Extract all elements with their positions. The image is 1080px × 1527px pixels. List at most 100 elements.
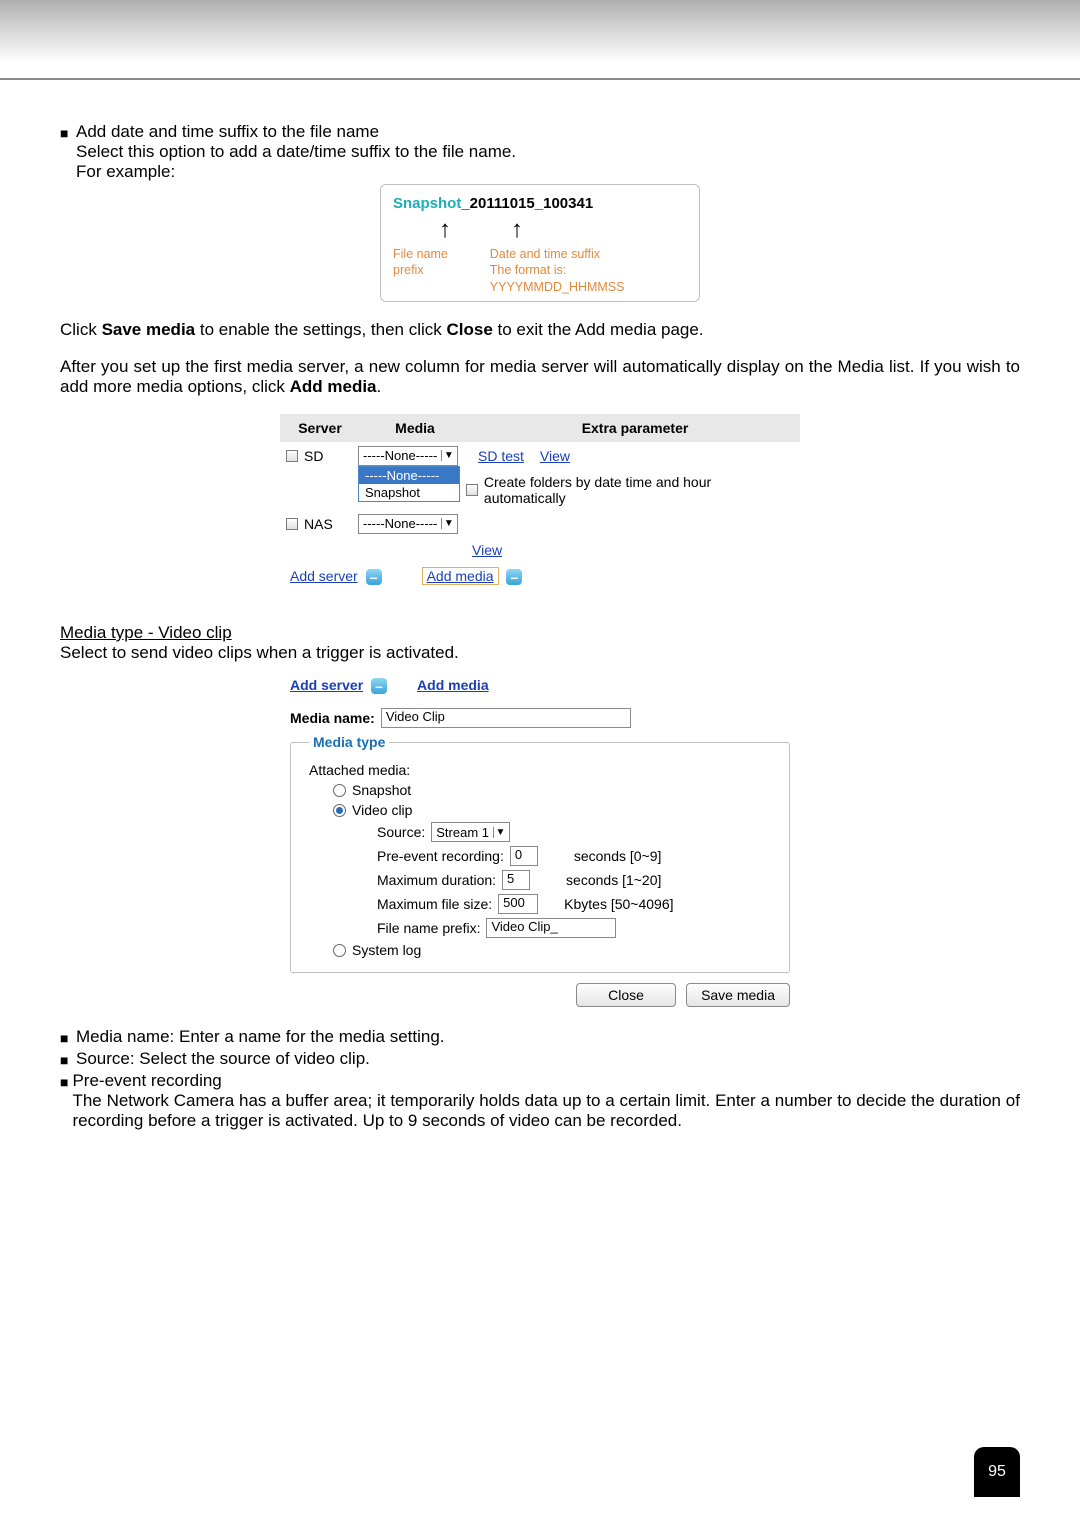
col-extra: Extra parameter <box>470 420 800 436</box>
filename-example-box: Snapshot_20111015_100341 ↑ ↑ File name p… <box>380 184 700 302</box>
link-add-server[interactable]: Add server <box>290 568 358 584</box>
preevent-label: Pre-event recording: <box>377 848 504 864</box>
source-value: Stream 1 <box>436 825 489 840</box>
dropdown-option-snapshot[interactable]: Snapshot <box>359 484 459 501</box>
paragraph-save-close: Click Save media to enable the settings,… <box>60 320 1020 340</box>
maxdur-value: 5 <box>507 871 514 886</box>
attached-media-label: Attached media: <box>309 762 410 778</box>
row-sd-label: SD <box>304 448 352 464</box>
footer-b3-body: The Network Camera has a buffer area; it… <box>72 1091 1020 1131</box>
maxdur-input[interactable]: 5 <box>502 870 530 890</box>
row-preevent: Pre-event recording: 0 seconds [0~9] <box>377 846 777 866</box>
footer-bullet-2: ■ Source: Select the source of video cli… <box>60 1049 1020 1069</box>
example-suffix: _20111015_100341 <box>461 195 593 212</box>
preevent-input[interactable]: 0 <box>510 846 538 866</box>
p1d: Close <box>447 320 493 339</box>
col-media: Media <box>360 420 470 436</box>
table-row-sd: SD -----None----- ▼ -----None----- Snaps… <box>286 442 794 470</box>
select-sd-value: -----None----- <box>363 448 437 463</box>
media-list-header: Server Media Extra parameter <box>280 414 800 442</box>
minus-icon[interactable]: – <box>506 569 522 585</box>
minus-icon[interactable]: – <box>371 678 387 694</box>
p2b: Add media <box>290 377 377 396</box>
select-nas-media[interactable]: -----None----- ▼ <box>358 514 458 534</box>
label-suffix-line1: Date and time suffix <box>490 247 600 261</box>
footer-bullet-1: ■ Media name: Enter a name for the media… <box>60 1027 1020 1047</box>
table-row-nas-view: View <box>286 538 794 562</box>
maxsize-hint: Kbytes [50~4096] <box>564 896 673 912</box>
form-buttons: Close Save media <box>290 983 790 1007</box>
form-topbar: Add server – Add media <box>290 677 790 694</box>
dropdown-option-none[interactable]: -----None----- <box>359 467 459 484</box>
arrow-up-icon: ↑ <box>511 218 523 242</box>
radio-systemlog-label: System log <box>352 942 421 958</box>
preevent-hint: seconds [0~9] <box>574 848 662 864</box>
select-sd-media[interactable]: -----None----- ▼ <box>358 446 458 466</box>
page-number-tab: 95 <box>974 1447 1020 1497</box>
close-button[interactable]: Close <box>576 983 676 1007</box>
bullet-add-suffix: ■ Add date and time suffix to the file n… <box>60 122 1020 182</box>
link-sd-test[interactable]: SD test <box>478 448 524 464</box>
row-radio-snapshot: Snapshot <box>333 782 777 798</box>
p1a: Click <box>60 320 102 339</box>
p1b: Save media <box>102 320 196 339</box>
bullet-icon: ■ <box>60 1052 72 1068</box>
row-prefix: File name prefix: Video Clip_ <box>377 918 777 938</box>
link-add-server-2[interactable]: Add server <box>290 677 363 693</box>
row-maxsize: Maximum file size: 500 Kbytes [50~4096] <box>377 894 777 914</box>
checkbox-create-folders[interactable] <box>466 484 478 496</box>
media-name-label: Media name: <box>290 710 375 726</box>
prefix-value: Video Clip_ <box>491 919 557 934</box>
link-add-media[interactable]: Add media <box>422 567 499 585</box>
prefix-input[interactable]: Video Clip_ <box>486 918 616 938</box>
radio-videoclip[interactable] <box>333 804 346 817</box>
footer-b3-title: Pre-event recording <box>72 1071 221 1090</box>
link-add-media-2[interactable]: Add media <box>417 677 489 694</box>
bullet-title: Add date and time suffix to the file nam… <box>76 122 379 141</box>
source-select[interactable]: Stream 1 ▼ <box>431 822 510 842</box>
arrow-up-icon: ↑ <box>439 218 451 242</box>
maxsize-value: 500 <box>503 895 525 910</box>
checkbox-sd[interactable] <box>286 450 298 462</box>
link-sd-view[interactable]: View <box>540 448 570 464</box>
example-labels: File name prefix Date and time suffix Th… <box>393 246 687 295</box>
preevent-value: 0 <box>515 847 522 862</box>
source-label: Source: <box>377 824 425 840</box>
footer-b2-text: Source: Select the source of video clip. <box>76 1049 370 1069</box>
fieldset-media-type: Media type Attached media: Snapshot Vide… <box>290 734 790 973</box>
example-arrows: ↑ ↑ <box>393 218 687 242</box>
row-nas-label: NAS <box>304 516 352 532</box>
footer-b1-text: Media name: Enter a name for the media s… <box>76 1027 445 1047</box>
radio-snapshot[interactable] <box>333 784 346 797</box>
section-subtitle: Select to send video clips when a trigge… <box>60 643 1020 663</box>
link-nas-view[interactable]: View <box>472 542 502 558</box>
maxdur-label: Maximum duration: <box>377 872 496 888</box>
media-name-input[interactable]: Video Clip <box>381 708 631 728</box>
chevron-down-icon: ▼ <box>441 450 455 461</box>
example-filename: Snapshot_20111015_100341 <box>393 195 687 212</box>
bullet-line2: For example: <box>76 162 175 181</box>
label-suffix-line2: The format is: YYYYMMDD_HHMMSS <box>490 263 625 293</box>
radio-systemlog[interactable] <box>333 944 346 957</box>
dropdown-open: -----None----- Snapshot <box>358 466 460 502</box>
save-media-button[interactable]: Save media <box>686 983 790 1007</box>
radio-snapshot-label: Snapshot <box>352 782 411 798</box>
bullet-icon: ■ <box>60 1030 72 1046</box>
example-prefix: Snapshot <box>393 195 461 212</box>
section-title: Media type - Video clip <box>60 623 1020 643</box>
chevron-down-icon: ▼ <box>493 827 507 838</box>
maxsize-label: Maximum file size: <box>377 896 492 912</box>
footer-bullet-3: ■ Pre-event recording The Network Camera… <box>60 1071 1020 1131</box>
row-radio-videoclip: Video clip <box>333 802 777 818</box>
row-radio-systemlog: System log <box>333 942 777 958</box>
checkbox-nas[interactable] <box>286 518 298 530</box>
bullet-icon: ■ <box>60 1074 68 1090</box>
minus-icon[interactable]: – <box>366 569 382 585</box>
p2a: After you set up the first media server,… <box>60 357 1020 396</box>
maxsize-input[interactable]: 500 <box>498 894 538 914</box>
row-media-name: Media name: Video Clip <box>290 708 790 728</box>
label-suffix: Date and time suffix The format is: YYYY… <box>490 246 687 295</box>
media-name-value: Video Clip <box>386 709 445 724</box>
media-list-footer: Add server – Add media – <box>286 562 794 587</box>
p2c: . <box>377 377 382 396</box>
